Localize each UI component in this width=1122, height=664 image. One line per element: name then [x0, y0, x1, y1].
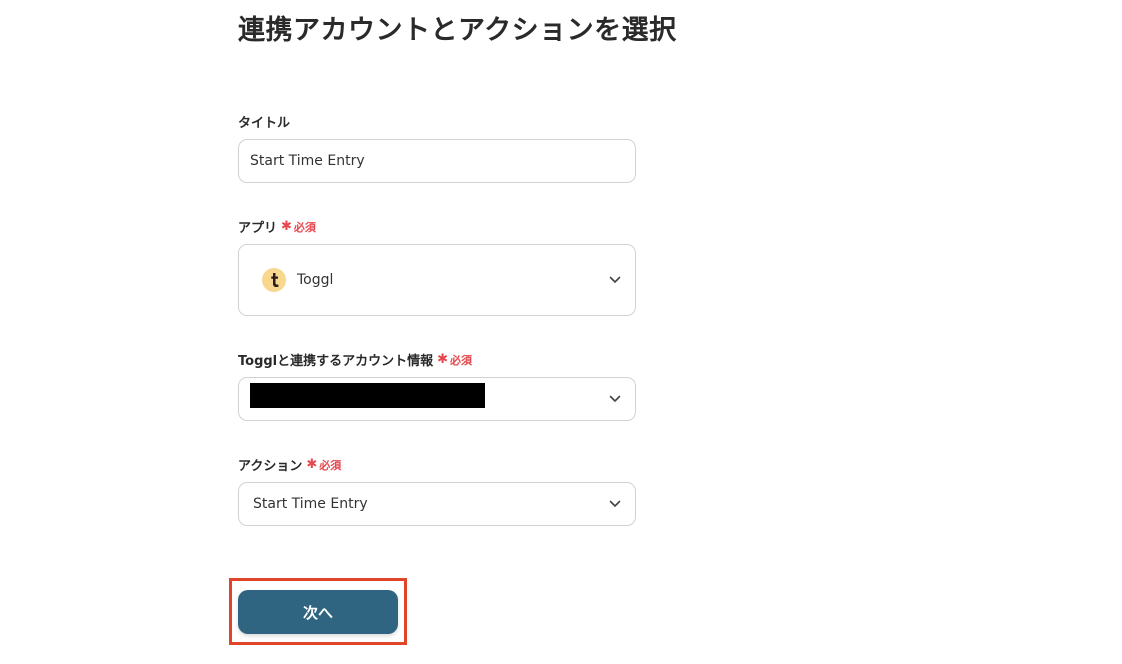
action-field-label: アクション ✱ 必須: [238, 455, 341, 474]
title-input[interactable]: Start Time Entry: [238, 139, 636, 183]
required-asterisk-icon: ✱: [281, 219, 292, 234]
required-badge: ✱ 必須: [306, 457, 341, 473]
action-label-text: アクション: [238, 459, 303, 474]
app-label-text: アプリ: [238, 221, 278, 236]
required-asterisk-icon: ✱: [437, 352, 449, 367]
chevron-down-icon: [609, 395, 621, 402]
required-text: 必須: [450, 353, 473, 367]
page-title: 連携アカウントとアクションを選択: [238, 15, 677, 46]
required-badge: ✱ 必須: [281, 219, 316, 235]
required-badge: ✱ 必須: [437, 352, 472, 368]
required-text: 必須: [293, 220, 316, 234]
required-text: 必須: [319, 458, 342, 472]
title-input-value: Start Time Entry: [250, 153, 365, 169]
app-field-label: アプリ ✱ 必須: [238, 217, 316, 236]
account-label-text: Togglと連携するアカウント情報: [238, 354, 434, 369]
title-field-label: タイトル: [238, 112, 290, 131]
chevron-down-icon: [609, 276, 621, 283]
redacted-account-value: [250, 383, 485, 408]
required-asterisk-icon: ✱: [306, 457, 318, 472]
toggl-t-glyph: [271, 273, 279, 287]
app-select-value: Toggl: [297, 272, 334, 288]
action-select-value: Start Time Entry: [253, 496, 368, 512]
account-field-label: Togglと連携するアカウント情報 ✱ 必須: [238, 350, 472, 369]
chevron-down-icon: [609, 500, 621, 507]
app-select[interactable]: Toggl: [238, 244, 636, 316]
account-select[interactable]: [238, 377, 636, 421]
toggl-logo-icon: [262, 268, 286, 292]
page: 連携アカウントとアクションを選択 タイトル Start Time Entry ア…: [0, 0, 1122, 664]
title-label-text: タイトル: [238, 116, 291, 131]
action-select[interactable]: Start Time Entry: [238, 482, 636, 526]
next-button[interactable]: 次へ: [238, 590, 398, 634]
